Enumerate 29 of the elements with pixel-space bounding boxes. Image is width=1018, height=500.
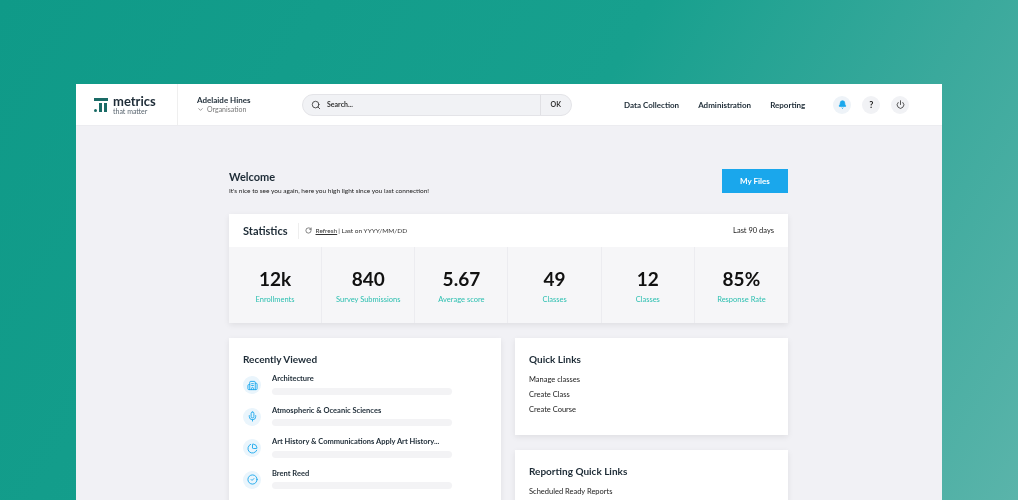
power-button[interactable] [891, 95, 910, 114]
stat-value: 840 [351, 266, 385, 293]
nav-link[interactable]: Data Collection [624, 98, 680, 111]
chevron-down-icon[interactable] [197, 106, 204, 113]
user-name: Adelaide Hines [197, 95, 252, 106]
card-title: Quick Links [529, 352, 582, 368]
bell-icon [837, 100, 847, 109]
logo-icon [94, 97, 108, 112]
stat-value: 12 [636, 266, 659, 293]
nav-link[interactable]: Reporting [770, 98, 806, 111]
welcome-title: Welcome [229, 169, 277, 185]
logo-wordmark: metrics [113, 94, 156, 108]
help-button[interactable]: ? [862, 95, 881, 114]
building-icon [246, 379, 258, 391]
stat-value: 12k [258, 266, 292, 293]
search-icon [311, 99, 321, 110]
stat-value: 5.67 [442, 266, 481, 293]
pie-chart-icon [246, 442, 258, 454]
card-title: Recently Viewed [243, 352, 319, 368]
power-icon [895, 100, 905, 109]
statistics-title: Statistics [243, 222, 299, 239]
refresh-icon [304, 227, 312, 235]
notifications-button[interactable] [833, 95, 852, 114]
stat-value: 85% [722, 266, 761, 293]
stat-value: 49 [543, 266, 566, 293]
nav-link[interactable]: Administration [698, 98, 752, 111]
check-circle-icon [246, 474, 258, 486]
microphone-icon [246, 411, 258, 423]
card-title: Reporting Quick Links [529, 464, 629, 480]
